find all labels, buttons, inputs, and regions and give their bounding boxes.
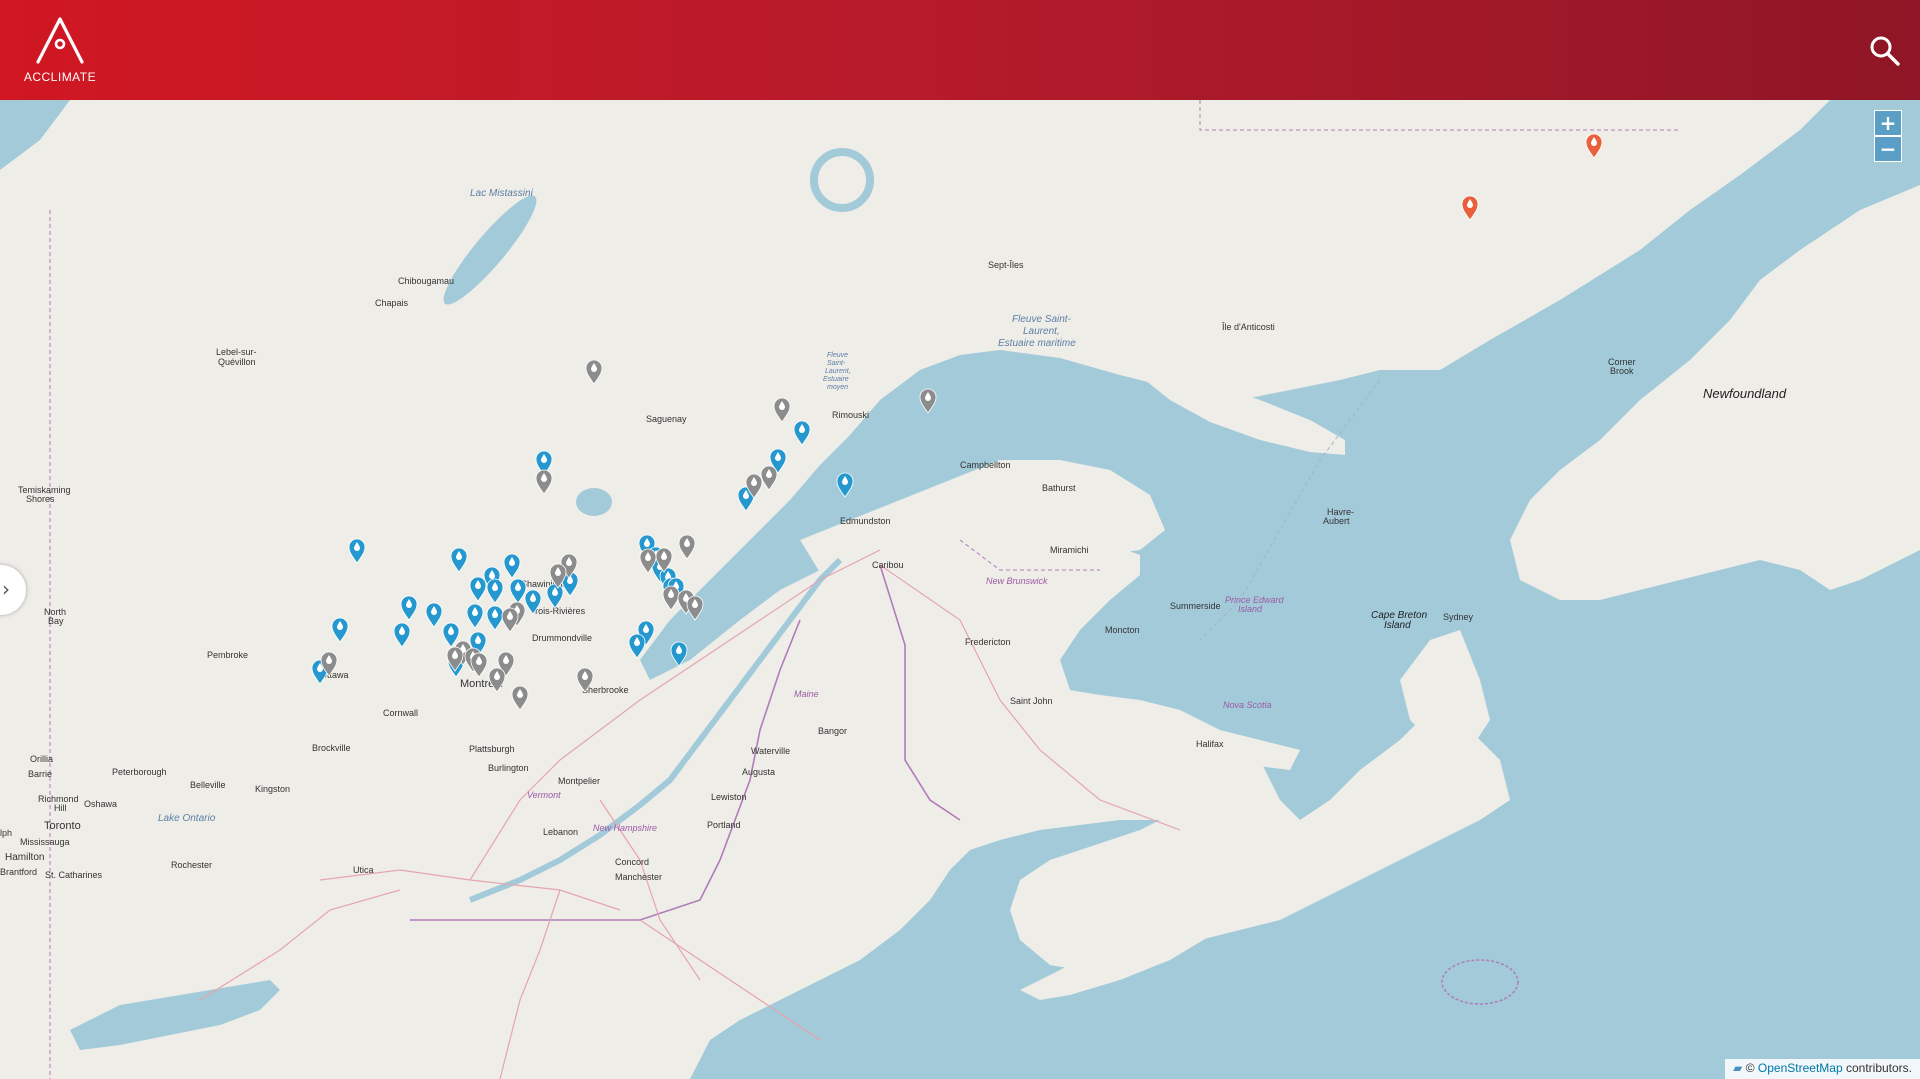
map-label: Lake Ontario (158, 813, 216, 824)
base-map[interactable]: Lac Mistassini Chibougamau Chapais Lebel… (0, 100, 1920, 1079)
map-label: Maine (794, 689, 819, 699)
map-label: Montpelier (558, 776, 600, 786)
map-label: Island (1384, 620, 1411, 631)
map-label: Vermont (527, 790, 561, 800)
leaflet-icon: ▰ (1733, 1061, 1743, 1075)
map-label: Brockville (312, 743, 351, 753)
map-label: Augusta (742, 767, 775, 777)
map-view[interactable]: Lac Mistassini Chibougamau Chapais Lebel… (0, 100, 1920, 1079)
map-label: Moncton (1105, 625, 1140, 635)
map-label: Miramichi (1050, 545, 1089, 555)
logo-text: ACCLIMATE (23, 70, 97, 84)
map-label: Nova Scotia (1223, 700, 1272, 710)
map-label: Sept-Îles (988, 260, 1024, 270)
map-label: Barrie (28, 769, 52, 779)
map-label: Brantford (0, 867, 37, 877)
map-label: New Brunswick (986, 576, 1048, 586)
map-label: moyen (827, 384, 848, 391)
map-label: Trois-Rivières (530, 606, 586, 616)
map-label: Saint- (827, 360, 846, 367)
map-label: Fleuve Saint- (1012, 314, 1072, 325)
map-label: Laurent, (1023, 326, 1060, 337)
map-label: Bay (48, 616, 64, 626)
map-label: Hamilton (5, 852, 44, 863)
search-button[interactable] (1868, 34, 1902, 68)
map-label: Pembroke (207, 650, 248, 660)
map-label: Île d'Anticosti (1221, 322, 1275, 332)
map-label: Hill (54, 803, 67, 813)
map-label: Rochester (171, 860, 212, 870)
map-label: lph (0, 828, 12, 838)
map-label: Bathurst (1042, 483, 1076, 493)
map-label: Mississauga (20, 837, 70, 847)
map-label: Quévillon (218, 357, 256, 367)
map-label: Manchester (615, 872, 662, 882)
map-label: Island (1238, 604, 1263, 614)
map-label: Brook (1610, 366, 1634, 376)
map-label: Saguenay (646, 414, 687, 424)
map-label: Utica (353, 865, 374, 875)
map-label: Summerside (1170, 601, 1221, 611)
map-label: Edmundston (840, 516, 891, 526)
map-label: Lebanon (543, 827, 578, 837)
map-label: Belleville (190, 780, 226, 790)
map-label: Newfoundland (1703, 386, 1787, 401)
map-label: Aubert (1323, 516, 1350, 526)
zoom-in-button[interactable]: + (1874, 110, 1902, 136)
map-label: Estuaire maritime (998, 338, 1076, 349)
map-label: Cornwall (383, 708, 418, 718)
map-label: Toronto (44, 820, 81, 832)
map-label: Rimouski (832, 410, 869, 420)
map-label: Sydney (1443, 612, 1474, 622)
map-label: Bangor (818, 726, 847, 736)
zoom-out-button[interactable]: − (1874, 136, 1902, 162)
map-label: Fredericton (965, 637, 1011, 647)
map-label: Drummondville (532, 633, 592, 643)
map-label: New Hampshire (593, 823, 657, 833)
map-label: Lewiston (711, 792, 747, 802)
acclimate-logo[interactable]: ACCLIMATE (20, 16, 100, 86)
map-label: Burlington (488, 763, 529, 773)
map-label: Laurent, (825, 368, 851, 375)
map-label: Chibougamau (398, 276, 454, 286)
map-label: Saint John (1010, 696, 1053, 706)
app-header: ACCLIMATE (0, 0, 1920, 100)
map-label: Fleuve (827, 352, 848, 359)
openstreetmap-link[interactable]: OpenStreetMap (1758, 1061, 1843, 1075)
map-label: Kingston (255, 784, 290, 794)
map-label: Lebel-sur- (216, 347, 257, 357)
logo-mark-icon (36, 17, 84, 64)
map-label: Lac Mistassini (470, 188, 534, 199)
map-label: St. Catharines (45, 870, 103, 880)
map-label: Campbellton (960, 460, 1011, 470)
map-label: Orillia (30, 754, 53, 764)
map-label: Caribou (872, 560, 904, 570)
map-label: Peterborough (112, 767, 167, 777)
map-label: Concord (615, 857, 649, 867)
map-label: Halifax (1196, 739, 1224, 749)
map-label: Waterville (751, 746, 790, 756)
map-label: Portland (707, 820, 741, 830)
map-label: Oshawa (84, 799, 117, 809)
map-label: Chapais (375, 298, 409, 308)
chevron-right-icon: › (2, 577, 10, 601)
search-icon (1870, 36, 1900, 66)
map-label: Estuaire (823, 376, 849, 383)
map-attribution: ▰ © OpenStreetMap contributors. (1725, 1059, 1920, 1079)
map-label: Shores (26, 494, 55, 504)
map-label: Plattsburgh (469, 744, 515, 754)
